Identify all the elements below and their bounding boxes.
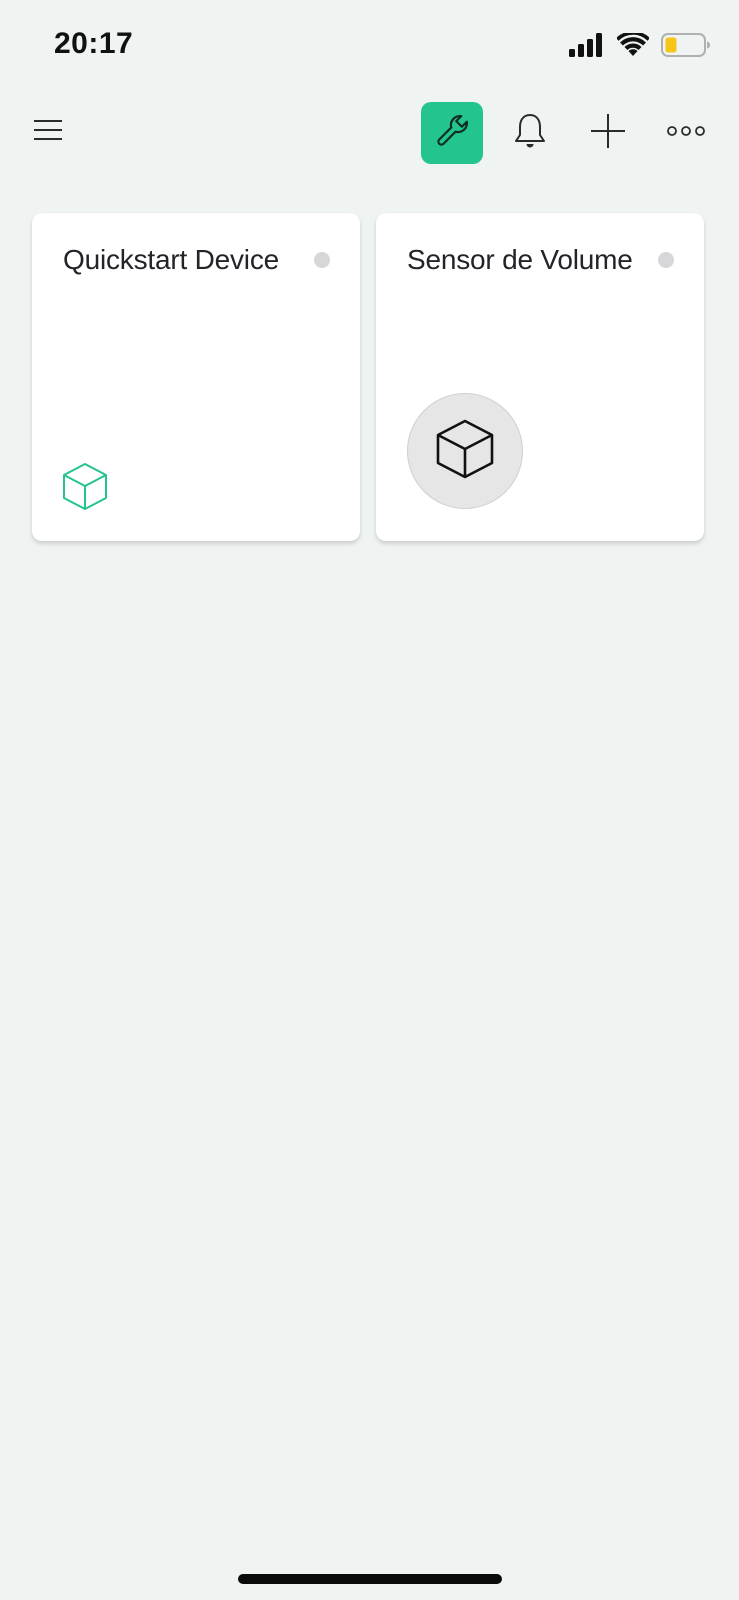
device-icon-badge (407, 393, 523, 509)
menu-button[interactable] (28, 112, 68, 152)
cube-icon (60, 461, 110, 511)
status-time: 20:17 (54, 27, 134, 60)
wifi-icon (617, 33, 649, 57)
device-name: Sensor de Volume (407, 244, 633, 275)
device-card-quickstart[interactable]: Quickstart Device (32, 213, 360, 541)
toolbar-actions (421, 102, 717, 164)
bell-icon (513, 112, 547, 155)
status-bar: 20:17 (0, 0, 739, 90)
hamburger-menu-icon (33, 118, 63, 147)
plus-icon (590, 113, 626, 154)
device-name: Quickstart Device (63, 244, 279, 275)
device-status-dot (658, 252, 674, 268)
app-screen: 20:17 Quickstart Device Sensor de Volume (0, 0, 739, 1600)
cellular-signal-icon (569, 33, 605, 57)
home-indicator (238, 1574, 502, 1584)
wrench-icon (433, 112, 471, 155)
cube-icon (434, 418, 496, 485)
status-icons (569, 30, 711, 60)
top-toolbar (0, 100, 739, 166)
device-card-sensor-de-volume[interactable]: Sensor de Volume (376, 213, 704, 541)
device-grid: Quickstart Device Sensor de Volume (32, 213, 704, 541)
notifications-button[interactable] (499, 102, 561, 164)
battery-icon (661, 32, 711, 58)
developer-tools-button[interactable] (421, 102, 483, 164)
more-icon (667, 124, 705, 143)
more-button[interactable] (655, 102, 717, 164)
device-status-dot (314, 252, 330, 268)
add-device-button[interactable] (577, 102, 639, 164)
